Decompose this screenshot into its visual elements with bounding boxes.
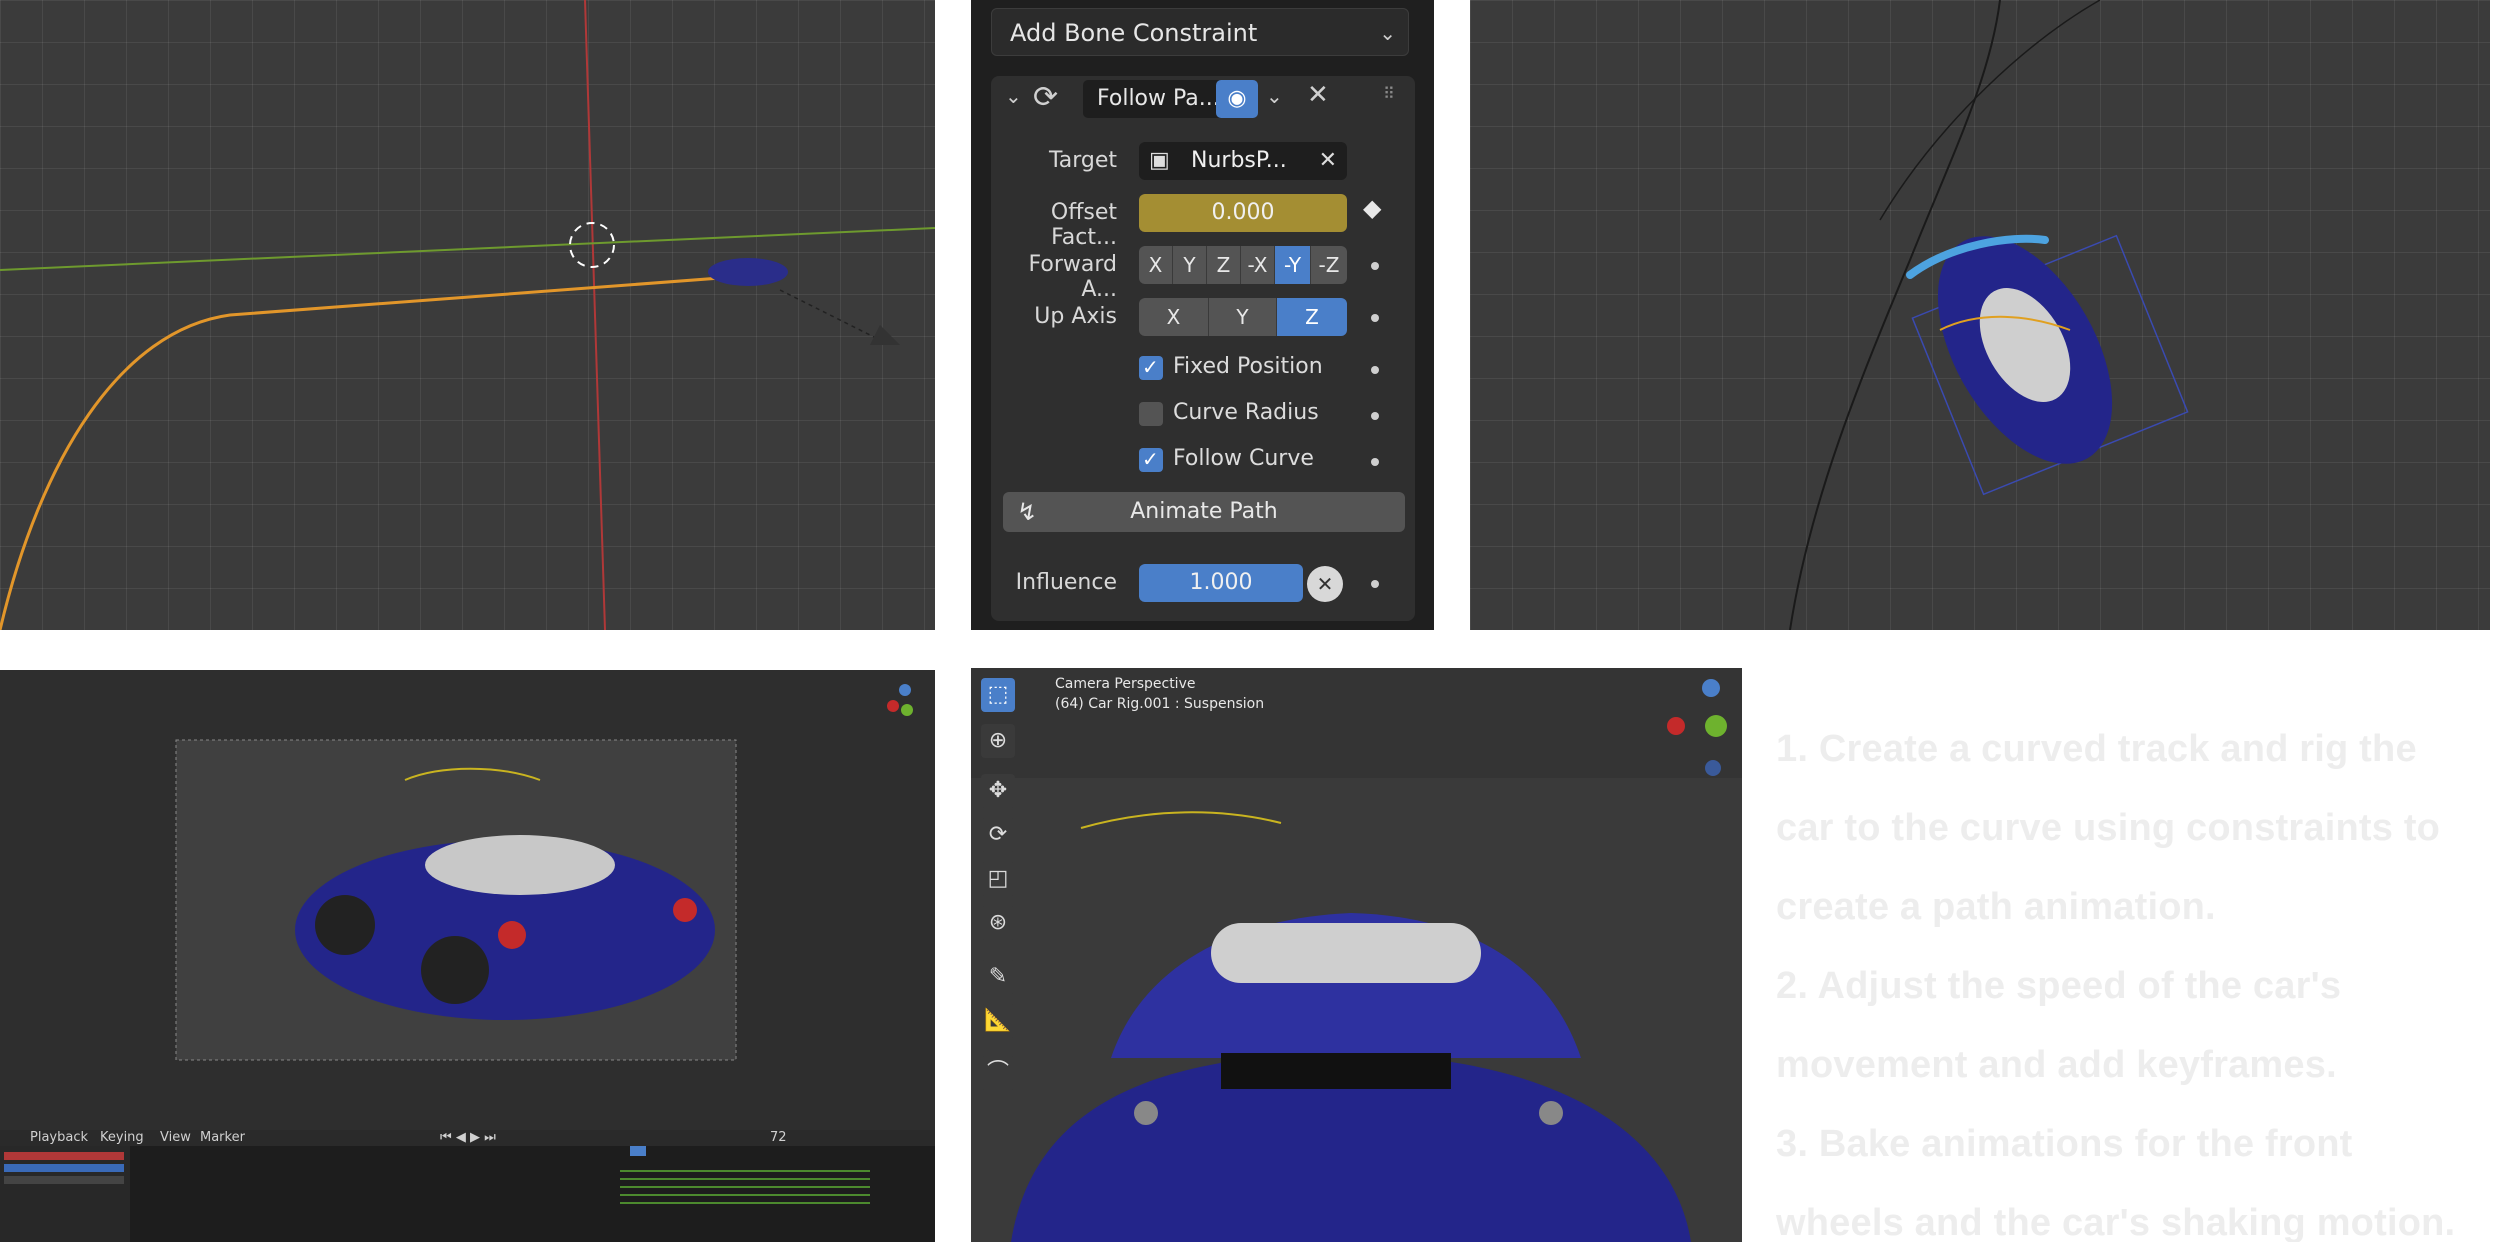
camera-icon [870, 325, 900, 345]
playhead[interactable] [630, 1146, 646, 1156]
animate-dot-icon[interactable] [1371, 314, 1379, 322]
follow-curve-checkbox[interactable] [1139, 447, 1163, 472]
offset-factor-label: Offset Fact... [1050, 200, 1117, 250]
constraint-name-field[interactable]: Follow Pa... [1083, 80, 1233, 118]
navigation-gizmo [887, 684, 913, 716]
forward-axis-neg-x[interactable]: -X [1241, 246, 1275, 284]
instruction-line-2: car to the curve using constraints to [1776, 807, 2441, 849]
viewport-camera-perspective[interactable]: Camera Perspective (64) Car Rig.001 : Su… [971, 668, 1742, 1242]
cursor-icon[interactable]: ⊕ [981, 724, 1015, 758]
forward-axis-y[interactable]: Y [1173, 246, 1207, 284]
forward-axis-x[interactable]: X [1139, 246, 1173, 284]
forward-axis-label: Forward A... [1028, 252, 1117, 302]
influence-field[interactable]: 1.000 [1139, 564, 1303, 602]
instruction-line-1: 1. Create a curved track and rig the [1776, 728, 2417, 770]
measure-icon[interactable]: 📐 [981, 1004, 1015, 1038]
instruction-line-3: create a path animation. [1776, 886, 2216, 928]
follow-path-constraint: ⌄ ⟳ Follow Pa... ◉ ⌄ ✕ ⠿ Target ▣ NurbsP… [991, 76, 1415, 621]
rotate-icon[interactable]: ⟳ [981, 818, 1015, 852]
chevron-down-icon: ⌄ [1379, 21, 1396, 45]
fixed-position-label: Fixed Position [1173, 354, 1323, 379]
influence-label: Influence [1015, 570, 1117, 595]
bone-constraint-panel: Add Bone Constraint ⌄ ⌄ ⟳ Follow Pa... ◉… [971, 0, 1434, 630]
annotate-icon[interactable]: ✎ [981, 960, 1015, 994]
toolbar: ⬚ ⊕ ✥ ⟳ ◰ ⊛ ✎ 📐 ⌒ [981, 678, 1025, 1090]
forward-axis-neg-z[interactable]: -Z [1311, 246, 1347, 284]
timeline-menu-view[interactable]: View [160, 1130, 191, 1145]
offset-factor-field[interactable]: 0.000 [1139, 194, 1347, 232]
instruction-line-5: movement and add keyframes. [1776, 1044, 2337, 1086]
up-axis-z[interactable]: Z [1277, 298, 1347, 336]
up-axis-selector: X Y Z [1139, 298, 1347, 336]
rear-window [1211, 923, 1481, 983]
animate-path-button[interactable]: ↯ Animate Path [1003, 492, 1405, 532]
x-axis-gizmo-icon [1667, 717, 1685, 735]
target-label: Target [1048, 148, 1117, 173]
collapse-chevron-icon[interactable]: ⌄ [1005, 84, 1022, 108]
add-bone-constraint-label: Add Bone Constraint [1010, 19, 1258, 47]
disable-keep-transform-icon[interactable]: ✕ [1307, 566, 1343, 602]
viewport-rear-with-timeline: Playback Keying View Marker ⏮ ◀ ▶ ⏭ 72 [0, 670, 935, 1242]
timeline-channel-list[interactable] [0, 1146, 130, 1242]
forward-axis-neg-y[interactable]: -Y [1275, 246, 1311, 284]
timeline-menu-playback[interactable]: Playback [30, 1130, 88, 1145]
forward-axis-selector: X Y Z -X -Y -Z [1139, 246, 1347, 284]
follow-curve-label: Follow Curve [1173, 446, 1314, 471]
follow-path-icon: ⟳ [1033, 80, 1059, 115]
y-axis-gizmo-icon [1705, 715, 1727, 737]
y-axis-line [584, 0, 606, 630]
curve-radius-checkbox[interactable] [1139, 402, 1163, 426]
target-field[interactable]: ▣ NurbsP... ✕ [1139, 142, 1347, 180]
animate-dot-icon[interactable] [1371, 366, 1379, 374]
fixed-position-checkbox[interactable] [1139, 355, 1163, 380]
bone-icon[interactable]: ⌒ [981, 1056, 1015, 1090]
timeline-menu-marker[interactable]: Marker [200, 1130, 245, 1145]
viewport-curve-overview[interactable] [0, 0, 935, 630]
instruction-line-7: wheels and the car's shaking motion. [1776, 1202, 2456, 1242]
keyframe-rows[interactable] [620, 1170, 870, 1210]
viewport-title: Camera Perspective [1055, 676, 1196, 692]
curve-object-icon: ▣ [1149, 148, 1170, 173]
instruction-line-6: 3. Bake animations for the front [1776, 1123, 2353, 1165]
target-value: NurbsP... [1191, 148, 1287, 173]
animate-dot-icon[interactable] [1371, 580, 1379, 588]
scale-icon[interactable]: ◰ [981, 862, 1015, 896]
up-axis-y[interactable]: Y [1209, 298, 1277, 336]
nurbs-path-curve [0, 273, 761, 630]
drag-handle-icon[interactable]: ⠿ [1383, 84, 1395, 103]
eye-icon[interactable]: ◉ [1216, 80, 1258, 118]
transform-icon[interactable]: ⊛ [981, 906, 1015, 940]
keyframe-diamond-icon[interactable]: ◆ [1363, 194, 1381, 222]
up-axis-x[interactable]: X [1139, 298, 1209, 336]
animate-dot-icon[interactable] [1371, 412, 1379, 420]
forward-axis-z[interactable]: Z [1207, 246, 1241, 284]
instructions-text: 1. Create a curved track and rig the car… [1776, 710, 2496, 1242]
car-object [708, 258, 788, 286]
move-icon[interactable]: ✥ [981, 774, 1015, 808]
add-bone-constraint-dropdown[interactable]: Add Bone Constraint ⌄ [991, 8, 1409, 56]
select-box-icon[interactable]: ⬚ [981, 678, 1015, 712]
chevron-down-icon[interactable]: ⌄ [1266, 84, 1283, 108]
animate-dot-icon[interactable] [1371, 458, 1379, 466]
viewport-car-top[interactable] [1470, 0, 2490, 630]
timeline-editor[interactable]: Playback Keying View Marker ⏮ ◀ ▶ ⏭ 72 [0, 1130, 935, 1242]
curve-radius-label: Curve Radius [1173, 400, 1319, 425]
close-icon[interactable]: ✕ [1307, 80, 1329, 110]
animate-dot-icon[interactable] [1371, 262, 1379, 270]
x-axis-line [0, 227, 935, 271]
animate-path-icon: ↯ [1017, 498, 1038, 526]
z-axis-gizmo-icon [1702, 679, 1720, 697]
timeline-menu-keying[interactable]: Keying [100, 1130, 144, 1145]
animate-path-label: Animate Path [1130, 499, 1278, 524]
viewport-subtitle: (64) Car Rig.001 : Suspension [1055, 696, 1265, 712]
instruction-line-4: 2. Adjust the speed of the car's [1776, 965, 2342, 1007]
up-axis-label: Up Axis [1034, 304, 1117, 329]
viewport-rear[interactable] [0, 670, 935, 1130]
clear-target-icon[interactable]: ✕ [1319, 142, 1337, 180]
neg-z-gizmo-icon [1705, 760, 1721, 776]
current-frame-field[interactable]: 72 [770, 1130, 787, 1145]
playback-controls[interactable]: ⏮ ◀ ▶ ⏭ [440, 1130, 496, 1145]
